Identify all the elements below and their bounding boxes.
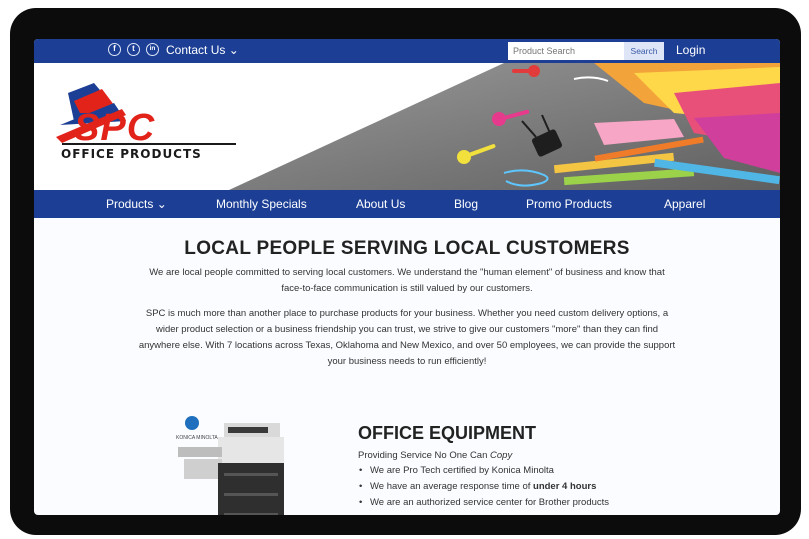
body-line: your business needs to run efficiently! (327, 356, 487, 367)
list-item: We have an average response time of unde… (358, 479, 609, 495)
copier-image: KONICA MINOLTA (176, 416, 284, 515)
login-link[interactable]: Login (676, 43, 705, 57)
body-paragraph: SPC is much more than another place to p… (44, 306, 770, 370)
subtitle-emphasis: Copy (490, 450, 513, 461)
twitter-icon[interactable]: t (127, 43, 140, 56)
printer-brand-label: KONICA MINOLTA (176, 435, 218, 441)
nav-monthly-specials[interactable]: Monthly Specials (216, 197, 307, 211)
search-button[interactable]: Search (624, 42, 664, 60)
intro-line: face-to-face communication is still valu… (281, 283, 533, 294)
intro-line: We are local people committed to serving… (149, 267, 665, 278)
linkedin-icon[interactable]: in (146, 43, 159, 56)
nav-promo-products[interactable]: Promo Products (526, 197, 612, 211)
intro-paragraph: We are local people committed to serving… (44, 265, 770, 297)
main-nav: Products ⌄ Monthly Specials About Us Blo… (34, 190, 780, 218)
main-content: LOCAL PEOPLE SERVING LOCAL CUSTOMERS We … (34, 218, 780, 515)
list-item: We are Pro Tech certified by Konica Mino… (358, 463, 609, 479)
browser-viewport: f t in Contact Us ⌄ Search Login (34, 39, 780, 515)
office-equipment-title: OFFICE EQUIPMENT (358, 423, 537, 443)
subtitle-text: Providing Service No One Can (358, 450, 491, 461)
nav-blog[interactable]: Blog (454, 197, 478, 211)
body-line: anywhere else. With 7 locations across T… (138, 340, 676, 351)
hero-banner: SPC OFFICE PRODUCTS (34, 63, 780, 190)
product-search-input[interactable] (508, 42, 624, 60)
top-bar: f t in Contact Us ⌄ Search Login (34, 39, 780, 63)
body-line: wider product selection or a business fr… (155, 324, 659, 335)
contact-us-menu[interactable]: Contact Us ⌄ (166, 43, 239, 57)
spc-logo-text[interactable]: SPC (74, 107, 155, 150)
equipment-subtitle: Providing Service No One Can Copy (358, 450, 512, 461)
facebook-icon[interactable]: f (108, 43, 121, 56)
page-headline: LOCAL PEOPLE SERVING LOCAL CUSTOMERS (184, 238, 630, 259)
nav-products[interactable]: Products ⌄ (106, 197, 167, 211)
equipment-bullets: We are Pro Tech certified by Konica Mino… (358, 463, 609, 511)
logo-subtitle: OFFICE PRODUCTS (61, 147, 202, 161)
list-item: We are an authorized service center for … (358, 495, 609, 511)
nav-apparel[interactable]: Apparel (664, 197, 705, 211)
body-line: SPC is much more than another place to p… (145, 308, 669, 319)
nav-about-us[interactable]: About Us (356, 197, 405, 211)
